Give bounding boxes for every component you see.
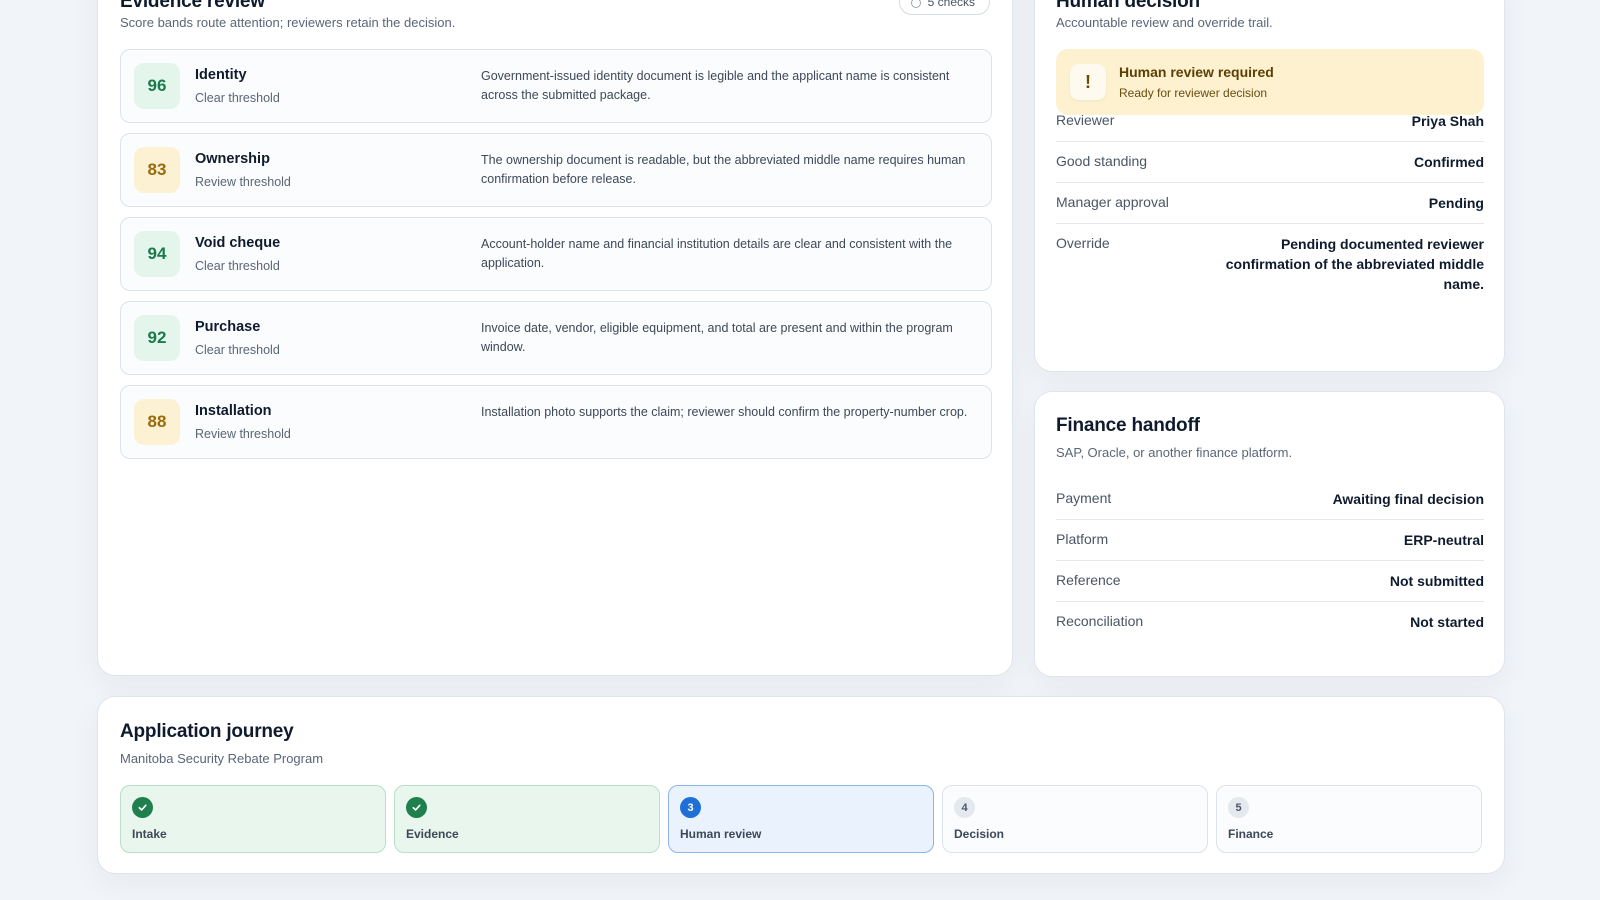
evidence-row-ownership[interactable]: 83 Ownership Review threshold The owners… [120,133,992,207]
row-label: Platform [1056,531,1109,547]
application-journey-card: Application journey Manitoba Security Re… [97,696,1505,874]
evidence-description: Account-holder name and financial instit… [481,237,953,270]
row-label: Payment [1056,490,1112,506]
score-badge: 92 [134,315,180,361]
evidence-review-subtitle: Score bands route attention; reviewers r… [120,15,456,30]
evidence-name: Identity [195,67,247,83]
finance-handoff-subtitle: SAP, Oracle, or another finance platform… [1056,445,1293,460]
reviewer-row: Reviewer Priya Shah [1056,101,1484,142]
step-evidence[interactable]: Evidence [394,785,660,853]
finance-handoff-card: Finance handoff SAP, Oracle, or another … [1034,391,1505,677]
step-finance[interactable]: 5 Finance [1216,785,1482,853]
step-label: Decision [954,827,1005,841]
row-label: Manager approval [1056,194,1169,210]
step-number: 5 [1228,797,1249,818]
journey-steps: Intake Evidence 3 Human review 4 Decisio… [120,785,1482,853]
alert-title: Human review required [1119,64,1274,80]
step-decision[interactable]: 4 Decision [942,785,1208,853]
evidence-description: Government-issued identity document is l… [481,69,950,102]
score-badge: 94 [134,231,180,277]
evidence-name: Void cheque [195,235,281,251]
step-label: Evidence [406,827,459,841]
human-decision-title: Human decision [1056,0,1200,12]
row-label: Reconciliation [1056,613,1144,629]
evidence-name: Ownership [195,151,270,167]
evidence-row-void-cheque[interactable]: 94 Void cheque Clear threshold Account-h… [120,217,992,291]
evidence-description: Invoice date, vendor, eligible equipment… [481,321,953,354]
finance-handoff-title: Finance handoff [1056,415,1200,436]
evidence-description: The ownership document is readable, but … [481,153,966,186]
evidence-list: 96 Identity Clear threshold Government-i… [120,49,992,469]
evidence-threshold: Review threshold [195,427,291,441]
row-value: Awaiting final decision [1332,491,1484,507]
score-badge: 96 [134,63,180,109]
score-badge: 83 [134,147,180,193]
row-value: Pending [1428,195,1484,211]
payment-row: Payment Awaiting final decision [1056,479,1484,520]
manager-approval-row: Manager approval Pending [1056,183,1484,224]
exclamation-icon: ! [1070,64,1106,100]
evidence-threshold: Clear threshold [195,343,280,357]
good-standing-row: Good standing Confirmed [1056,142,1484,183]
step-intake[interactable]: Intake [120,785,386,853]
row-value: Not submitted [1389,573,1484,589]
human-decision-card: Human decision Accountable review and ov… [1034,0,1505,372]
human-decision-subtitle: Accountable review and override trail. [1056,15,1273,30]
decision-details: Reviewer Priya Shah Good standing Confir… [1056,101,1484,304]
platform-row: Platform ERP-neutral [1056,520,1484,561]
row-value: Confirmed [1414,154,1484,170]
evidence-row-purchase[interactable]: 92 Purchase Clear threshold Invoice date… [120,301,992,375]
evidence-threshold: Clear threshold [195,91,280,105]
evidence-threshold: Clear threshold [195,259,280,273]
row-label: Reviewer [1056,112,1115,128]
row-label: Reference [1056,572,1121,588]
finance-details: Payment Awaiting final decision Platform… [1056,479,1484,643]
step-number: 4 [954,797,975,818]
evidence-row-identity[interactable]: 96 Identity Clear threshold Government-i… [120,49,992,123]
alert-subtitle: Ready for reviewer decision [1119,86,1268,100]
step-label: Finance [1228,827,1274,841]
reference-row: Reference Not submitted [1056,561,1484,602]
evidence-review-title: Evidence review [120,0,265,12]
check-icon [132,797,153,818]
checks-count-badge: 5 checks [898,0,990,15]
evidence-name: Installation [195,403,272,419]
score-badge: 88 [134,399,180,445]
evidence-description: Installation photo supports the claim; r… [481,405,968,419]
row-value: Not started [1410,614,1484,630]
row-value: ERP-neutral [1403,532,1484,548]
row-value: Pending documented reviewer confirmation… [1225,236,1484,292]
step-label: Human review [680,827,762,841]
evidence-row-installation[interactable]: 88 Installation Review threshold Install… [120,385,992,459]
evidence-threshold: Review threshold [195,175,291,189]
evidence-review-card: Evidence review Score bands route attent… [97,0,1013,676]
evidence-name: Purchase [195,319,261,335]
application-journey-title: Application journey [120,721,294,742]
reconciliation-row: Reconciliation Not started [1056,602,1484,643]
step-label: Intake [132,827,167,841]
row-label: Override [1056,235,1110,251]
step-human-review[interactable]: 3 Human review [668,785,934,853]
program-name: Manitoba Security Rebate Program [120,751,324,766]
step-number: 3 [680,797,701,818]
override-row: Override Pending documented reviewer con… [1056,224,1484,304]
check-icon [406,797,427,818]
row-label: Good standing [1056,153,1148,169]
row-value: Priya Shah [1411,113,1484,129]
